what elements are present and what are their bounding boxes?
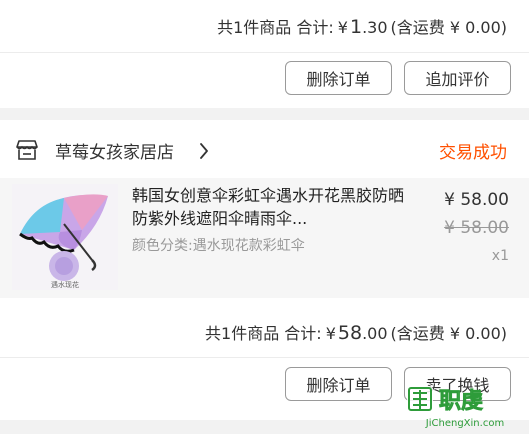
watermark: 职虔 JiChengXin.com bbox=[403, 382, 527, 430]
product-title[interactable]: 韩国女创意伞彩虹伞遇水开花黑胶防晒防紫外线遮阳伞晴雨伞... bbox=[132, 184, 404, 230]
shop-header[interactable]: 草莓女孩家居店 交易成功 bbox=[0, 120, 529, 178]
total-amount-integer: 1 bbox=[349, 16, 363, 38]
divider bbox=[0, 52, 529, 53]
product-sku: 颜色分类:遇水现花款彩虹伞 bbox=[132, 238, 305, 254]
delete-order-button[interactable]: 删除订单 bbox=[285, 61, 392, 95]
currency-symbol: ¥ bbox=[325, 324, 336, 343]
order-card-2: 草莓女孩家居店 交易成功 遇水现花 韩国女创意伞彩虹伞遇水开花黑胶防晒防紫外线遮… bbox=[0, 120, 529, 420]
product-image[interactable]: 遇水现花 bbox=[12, 184, 118, 290]
shop-name[interactable]: 草莓女孩家居店 bbox=[55, 138, 174, 163]
item-count-label: 共1件商品 合计: bbox=[217, 18, 334, 37]
delete-order-button[interactable]: 删除订单 bbox=[285, 367, 392, 401]
total-amount-decimal: .00 bbox=[362, 324, 388, 343]
original-price: ¥ 58.00 bbox=[444, 218, 509, 238]
order-item[interactable]: 遇水现花 韩国女创意伞彩虹伞遇水开花黑胶防晒防紫外线遮阳伞晴雨伞... 颜色分类… bbox=[0, 178, 529, 298]
order-total: 共1件商品 合计: ¥ 1 .30 (含运费 ¥ 0.00) bbox=[217, 14, 507, 38]
watermark-logo-icon: 职虔 JiChengXin.com bbox=[407, 386, 504, 429]
image-caption: 遇水现花 bbox=[51, 280, 79, 289]
total-amount-decimal: .30 bbox=[362, 18, 388, 37]
product-quantity: x1 bbox=[491, 248, 509, 264]
order-status: 交易成功 bbox=[439, 143, 507, 163]
store-icon bbox=[16, 140, 38, 160]
total-amount-integer: 58 bbox=[337, 322, 363, 344]
chevron-right-icon bbox=[200, 143, 208, 159]
watermark-site: JiChengXin.com bbox=[425, 418, 504, 429]
order-card-1: 共1件商品 合计: ¥ 1 .30 (含运费 ¥ 0.00) 删除订单 追加评价 bbox=[0, 0, 529, 108]
currency-symbol: ¥ bbox=[337, 18, 348, 37]
add-review-button[interactable]: 追加评价 bbox=[404, 61, 511, 95]
divider bbox=[0, 357, 529, 358]
item-count-label: 共1件商品 合计: bbox=[205, 324, 322, 343]
shipping-note: (含运费 ¥ 0.00) bbox=[390, 18, 507, 37]
order-total: 共1件商品 合计: ¥ 58 .00 (含运费 ¥ 0.00) bbox=[205, 320, 507, 344]
shipping-note: (含运费 ¥ 0.00) bbox=[390, 324, 507, 343]
watermark-text: 职虔 bbox=[439, 389, 483, 414]
product-price: ¥ 58.00 bbox=[444, 190, 509, 210]
